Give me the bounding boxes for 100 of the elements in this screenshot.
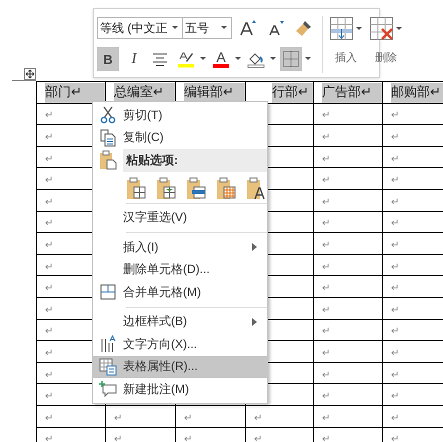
table-properties-icon bbox=[99, 358, 117, 376]
paragraph-mark: ↵ bbox=[45, 326, 54, 338]
paragraph-mark: ↵ bbox=[391, 262, 400, 273]
paragraph-mark: ↵ bbox=[45, 132, 54, 143]
paragraph-mark: ↵ bbox=[45, 348, 54, 359]
copy-icon bbox=[100, 128, 116, 147]
fontcolor-button[interactable]: A bbox=[210, 47, 232, 71]
caret-icon[interactable] bbox=[270, 57, 276, 61]
paragraph-mark: ↵ bbox=[114, 412, 122, 424]
paragraph-mark: ↵ bbox=[322, 434, 330, 442]
paste-option-icon[interactable] bbox=[246, 176, 266, 200]
paragraph-mark: ↵ bbox=[322, 391, 330, 402]
paragraph-mark: ↵ bbox=[45, 304, 54, 316]
new-comment-icon bbox=[99, 380, 117, 398]
paragraph-mark: ↵ bbox=[45, 240, 54, 251]
paragraph-mark: ↵ bbox=[322, 326, 330, 338]
paragraph-mark: ↵ bbox=[45, 262, 54, 273]
menu-item[interactable]: 插入(I) bbox=[93, 236, 267, 258]
menu-item[interactable]: 合并单元格(M) bbox=[93, 281, 267, 304]
paragraph-mark: ↵ bbox=[391, 434, 400, 442]
paragraph-mark: ↵ bbox=[322, 283, 330, 294]
paragraph-mark: ↵ bbox=[114, 434, 122, 442]
menu-item[interactable]: 剪切(T) bbox=[93, 104, 267, 126]
paragraph-mark: ↵ bbox=[322, 154, 330, 165]
menu-item[interactable]: 边框样式(B) bbox=[93, 310, 267, 333]
paragraph-mark: ↵ bbox=[391, 304, 400, 316]
paragraph-mark: ↵ bbox=[45, 412, 54, 424]
insert-button[interactable]: 插入 bbox=[329, 16, 363, 73]
table-cells-icon bbox=[100, 284, 116, 300]
paragraph-mark: ↵ bbox=[391, 412, 400, 424]
menu-item[interactable]: 复制(C) bbox=[93, 126, 267, 149]
paragraph-mark: ↵ bbox=[322, 412, 330, 424]
paragraph-mark: ↵ bbox=[391, 110, 400, 122]
paste-options-header: 粘贴选项: bbox=[123, 149, 267, 172]
grow-font-icon[interactable] bbox=[238, 18, 258, 38]
highlighter-icon bbox=[177, 50, 195, 68]
paragraph-mark: ↵ bbox=[254, 434, 262, 442]
menu-item[interactable]: 删除单元格(D)... bbox=[93, 258, 267, 281]
menu-item[interactable]: 新建批注(M) bbox=[93, 378, 267, 400]
paragraph-mark: ↵ bbox=[322, 132, 330, 143]
paragraph-mark: ↵ bbox=[391, 370, 400, 381]
paragraph-mark: ↵ bbox=[391, 348, 400, 359]
font-color-bar bbox=[213, 64, 229, 68]
column-header: 部门↵ bbox=[36, 82, 106, 104]
delete-button[interactable]: 删除 bbox=[369, 16, 403, 73]
borders-button[interactable] bbox=[280, 47, 302, 71]
paragraph-mark: ↵ bbox=[45, 196, 54, 208]
paragraph-mark: ↵ bbox=[45, 283, 54, 294]
paste-option-icon[interactable] bbox=[126, 176, 146, 200]
scissors-icon bbox=[100, 106, 116, 124]
paste-option-icon[interactable] bbox=[186, 176, 206, 200]
paragraph-mark: ↵ bbox=[45, 434, 54, 442]
paragraph-mark: ↵ bbox=[322, 196, 330, 208]
paragraph-mark: ↵ bbox=[45, 154, 54, 165]
bold-button[interactable]: B bbox=[97, 47, 119, 71]
paragraph-mark: ↵ bbox=[322, 262, 330, 273]
paragraph-mark: ↵ bbox=[184, 434, 192, 442]
paragraph-mark: ↵ bbox=[45, 370, 54, 381]
paste-option-icon[interactable] bbox=[216, 176, 236, 200]
paragraph-mark: ↵ bbox=[184, 412, 192, 424]
paragraph-mark: ↵ bbox=[45, 175, 54, 186]
paragraph-mark: ↵ bbox=[391, 175, 400, 186]
paragraph-mark: ↵ bbox=[322, 175, 330, 186]
menu-item[interactable]: 表格属性(R)... bbox=[93, 356, 267, 378]
font-size-dropdown[interactable]: 五号 bbox=[182, 17, 232, 39]
paragraph-mark: ↵ bbox=[45, 218, 54, 230]
font-dropdown[interactable]: 等线 (中文正 bbox=[97, 17, 183, 39]
menu-item[interactable]: 汉字重选(V) bbox=[93, 206, 267, 229]
borders-icon bbox=[282, 50, 300, 68]
table-move-icon[interactable] bbox=[24, 68, 36, 80]
caret-icon bbox=[221, 26, 227, 30]
paragraph-mark: ↵ bbox=[391, 196, 400, 208]
paragraph-mark: ↵ bbox=[322, 304, 330, 316]
paragraph-mark: ↵ bbox=[322, 110, 330, 122]
italic-button[interactable]: I bbox=[123, 47, 145, 71]
clipboard-icon bbox=[99, 150, 117, 170]
table-insert-icon bbox=[329, 16, 363, 42]
column-header: 邮购部↵ bbox=[382, 82, 443, 104]
paintbrush-icon[interactable] bbox=[294, 18, 314, 38]
paragraph-mark: ↵ bbox=[322, 348, 330, 359]
caret-icon[interactable] bbox=[200, 57, 206, 61]
paragraph-mark: ↵ bbox=[391, 283, 400, 294]
paragraph-mark: ↵ bbox=[45, 110, 54, 122]
paragraph-mark: ↵ bbox=[391, 391, 400, 402]
caret-icon bbox=[172, 26, 178, 30]
paragraph-mark: ↵ bbox=[391, 132, 400, 143]
paste-option-icon[interactable] bbox=[156, 176, 176, 200]
caret-icon[interactable] bbox=[235, 57, 241, 61]
paragraph-mark: ↵ bbox=[322, 240, 330, 251]
paragraph-mark: ↵ bbox=[391, 154, 400, 165]
paragraph-mark: ↵ bbox=[391, 218, 400, 230]
caret-icon[interactable] bbox=[305, 57, 311, 61]
paragraph-mark: ↵ bbox=[391, 240, 400, 251]
paragraph-mark: ↵ bbox=[391, 326, 400, 338]
menu-item[interactable]: 文字方向(X)... bbox=[93, 333, 267, 356]
align-center-icon bbox=[152, 52, 168, 66]
column-header: 广告部↵ bbox=[314, 82, 382, 104]
paragraph-mark: ↵ bbox=[322, 370, 330, 381]
paragraph-mark: ↵ bbox=[322, 218, 330, 230]
column-header: 行部↵ bbox=[246, 82, 314, 104]
